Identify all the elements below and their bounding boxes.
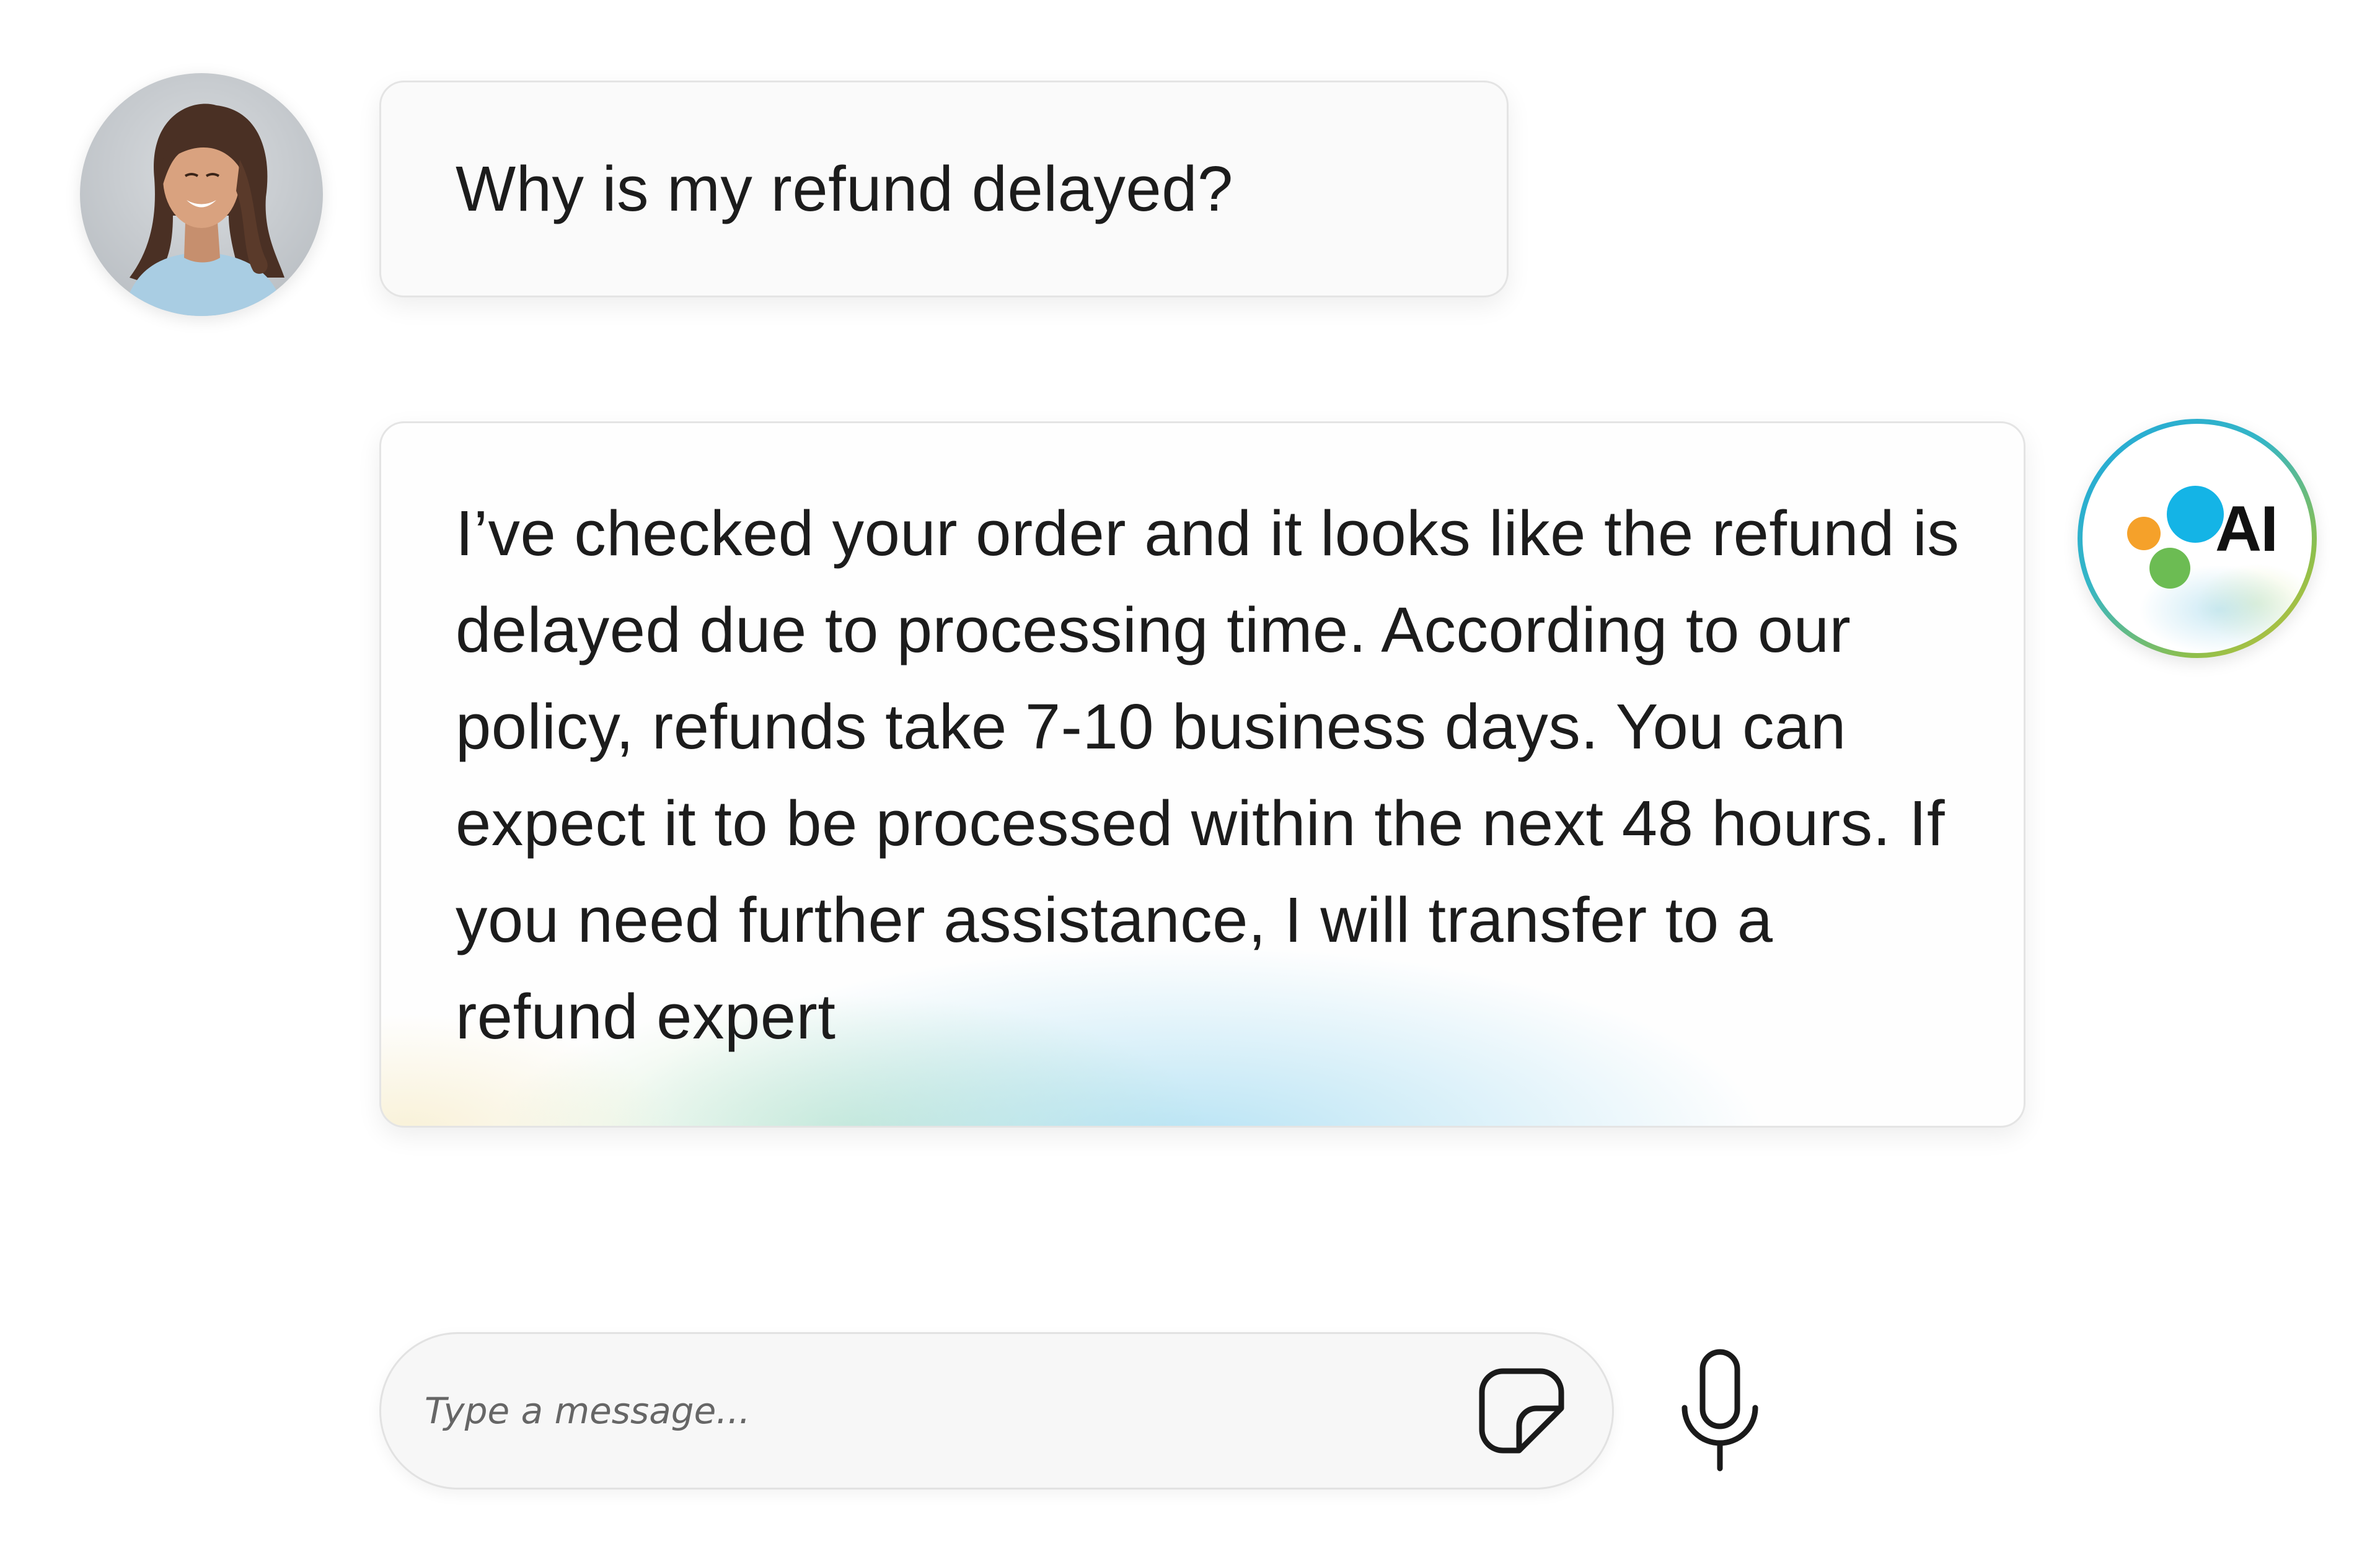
ai-message-text: I’ve checked your order and it looks lik… <box>456 498 1960 1052</box>
ai-logo: AI <box>2082 424 2312 653</box>
orange-dot-icon <box>2127 517 2161 550</box>
user-message-text: Why is my refund delayed? <box>456 153 1233 224</box>
microphone-icon <box>1681 1349 1758 1472</box>
user-photo <box>80 73 323 316</box>
message-composer <box>379 1332 1614 1490</box>
ai-label: AI <box>2215 493 2278 565</box>
ai-avatar: AI <box>2078 419 2317 658</box>
sticker-icon <box>1479 1368 1564 1454</box>
green-dot-icon <box>2149 548 2190 589</box>
user-avatar <box>80 73 323 316</box>
sticker-button[interactable] <box>1472 1361 1571 1460</box>
chat-window: Why is my refund delayed? I’ve checked y… <box>0 0 2380 1549</box>
user-message-bubble: Why is my refund delayed? <box>379 81 1509 297</box>
message-input[interactable] <box>425 1374 1354 1448</box>
ai-message-bubble: I’ve checked your order and it looks lik… <box>379 421 2025 1128</box>
microphone-button[interactable] <box>1673 1346 1766 1476</box>
